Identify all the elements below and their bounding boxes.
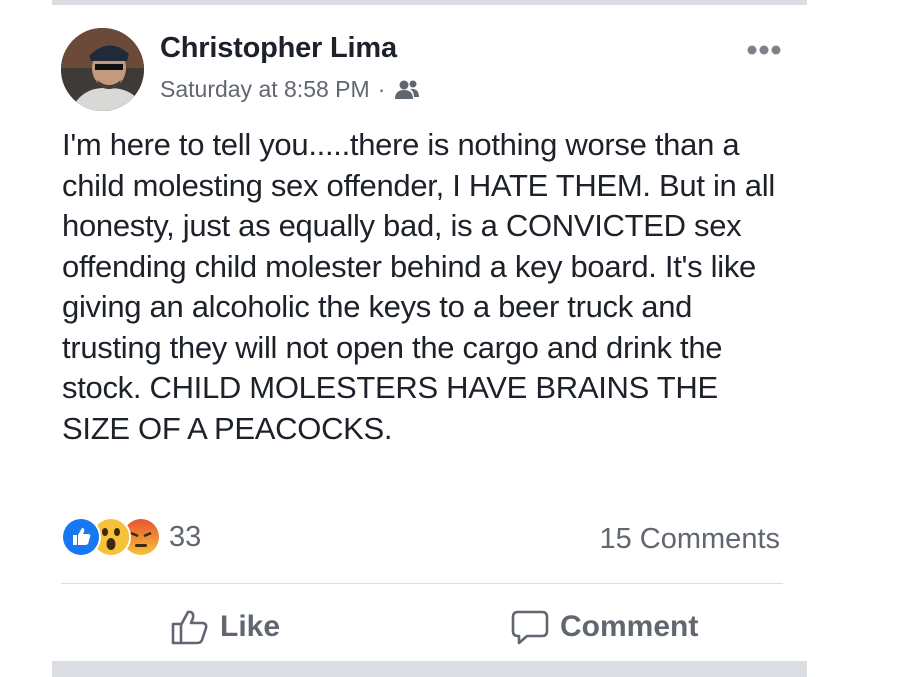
comment-label: Comment [560,610,699,643]
like-button[interactable]: Like [170,605,280,649]
more-options-icon[interactable] [745,43,783,57]
meta-separator: · [377,76,386,102]
like-label: Like [220,610,281,643]
comment-button[interactable]: Comment [510,605,698,649]
divider [61,583,783,584]
thumbs-up-icon [170,608,210,646]
friends-icon[interactable] [393,79,421,101]
author-name[interactable]: Christopher Lima [160,32,397,65]
avatar[interactable] [61,28,144,111]
comments-count-link[interactable]: 15 Comments [599,523,780,556]
like-reaction-icon [61,517,101,557]
post-text: I'm here to tell you.....there is nothin… [62,127,775,446]
feed-separator-bottom [52,661,807,677]
reactions-summary[interactable]: 33 [61,515,201,559]
post-meta: Saturday at 8:58 PM · [160,76,421,103]
feed-post: Christopher Lima Saturday at 8:58 PM · I… [52,5,807,661]
post-timestamp[interactable]: Saturday at 8:58 PM [160,76,370,103]
reaction-count[interactable]: 33 [169,521,201,554]
comment-bubble-icon [510,608,550,646]
